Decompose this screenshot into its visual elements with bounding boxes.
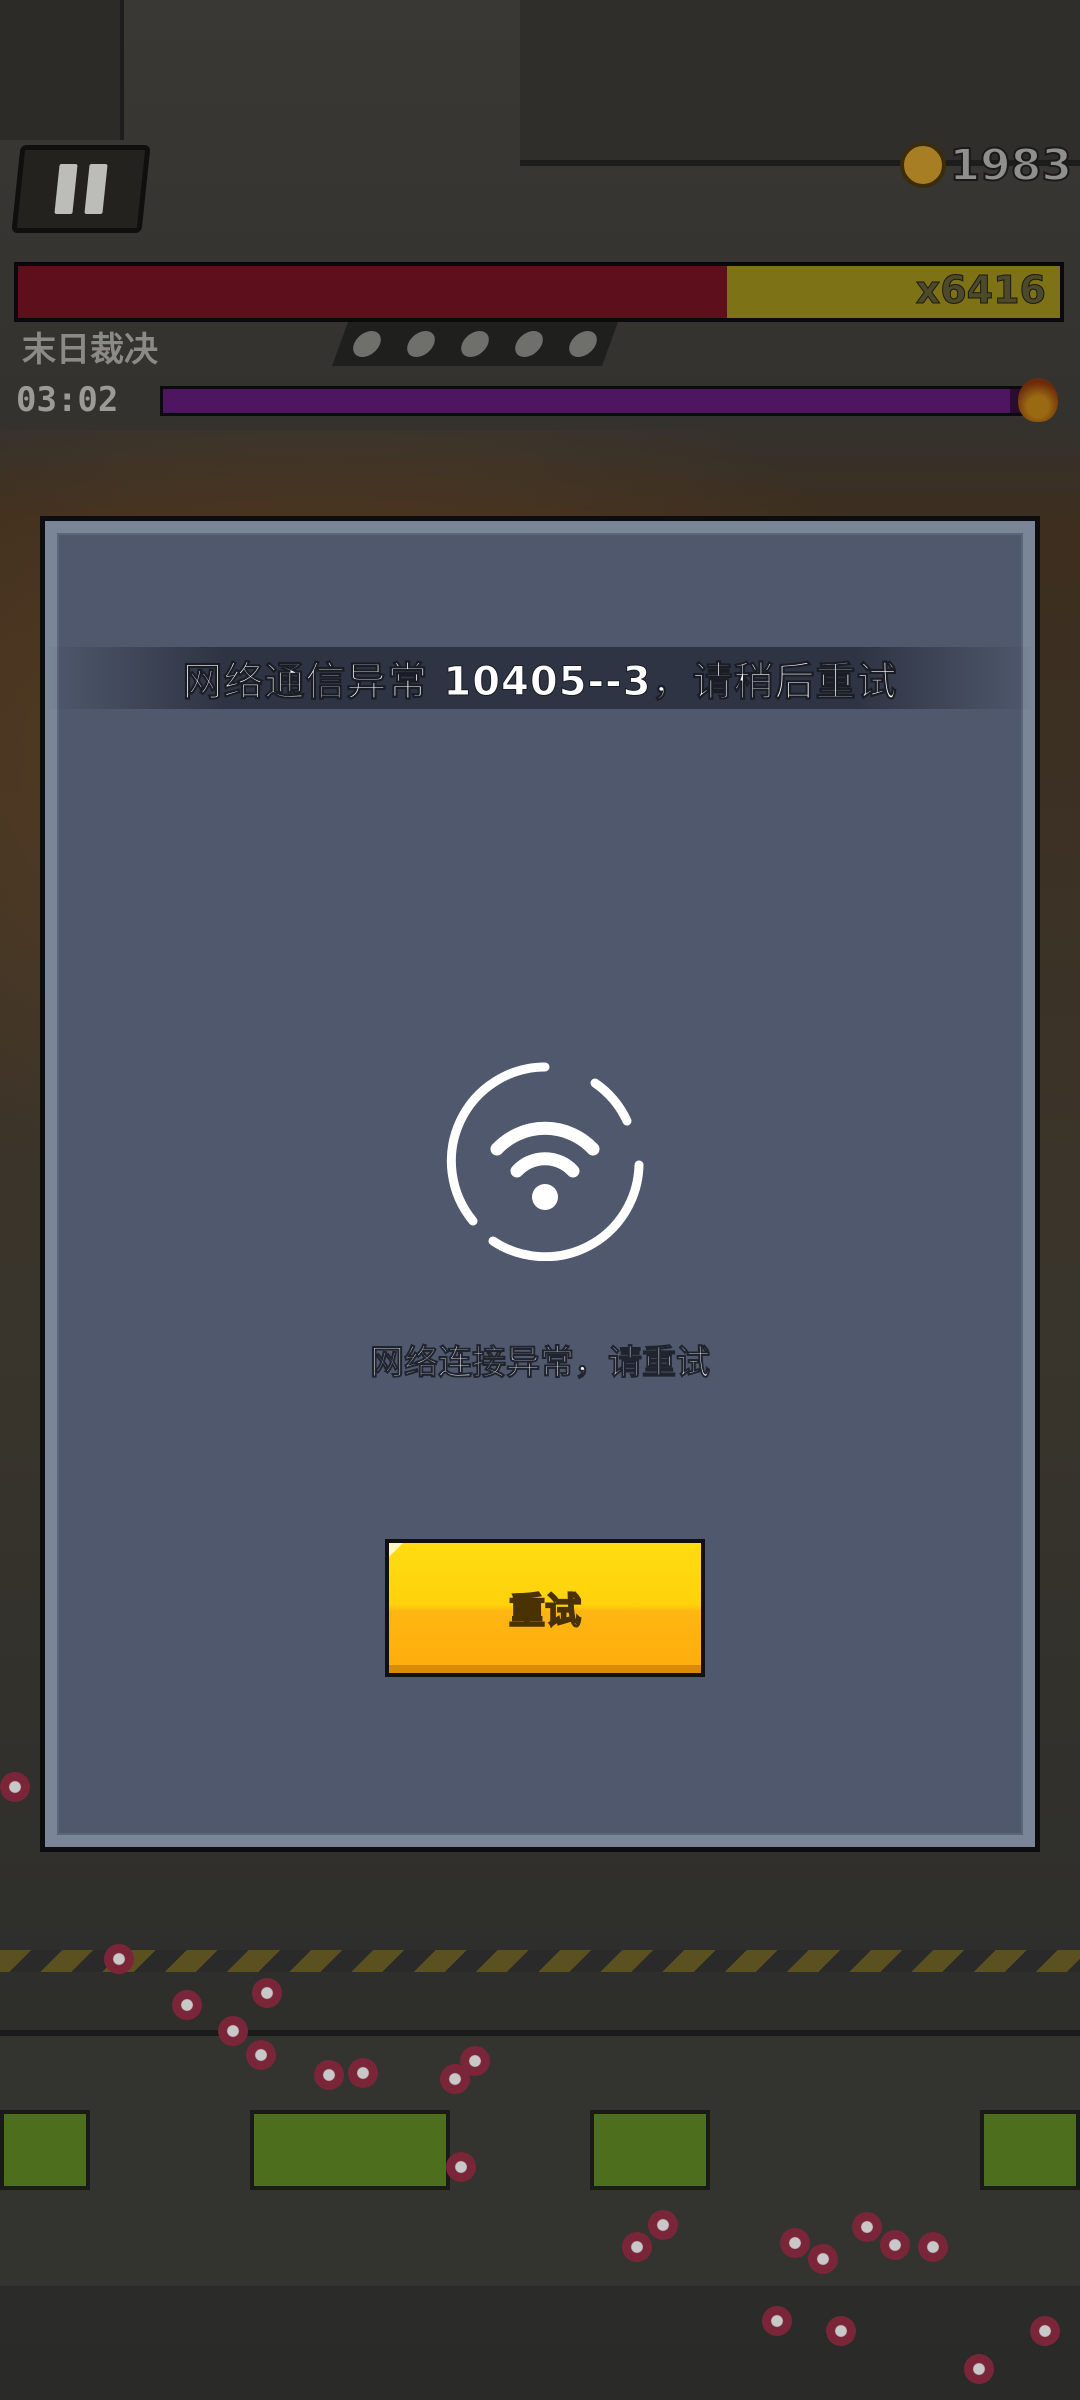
scene-machinery-left xyxy=(0,0,124,140)
boss-hp-bar: x6416 xyxy=(14,262,1064,322)
skill-icon-5 xyxy=(565,331,601,357)
enemy-spore xyxy=(172,1990,202,2020)
dialog-body: 网络通信异常 10405--3，请稍后重试 网络连接异常，请重试 重试 xyxy=(47,533,1033,1835)
battle-timer: 03:02 xyxy=(16,380,119,420)
enemy-spore xyxy=(826,2316,856,2346)
enemy-spore xyxy=(880,2230,910,2260)
pause-icon-bar xyxy=(84,164,108,214)
enemy-spore xyxy=(780,2228,810,2258)
enemy-spore xyxy=(762,2306,792,2336)
enemy-spore xyxy=(852,2212,882,2242)
enemy-spore xyxy=(246,2040,276,2070)
timer-progress-bar xyxy=(160,386,1030,416)
skill-icon-1 xyxy=(349,331,385,357)
dialog-title-band: 网络通信异常 10405--3，请稍后重试 xyxy=(47,647,1033,709)
skill-icon-2 xyxy=(403,331,439,357)
enemy-spore xyxy=(348,2058,378,2088)
button-highlight xyxy=(389,1543,403,1557)
timer-row: 03:02 xyxy=(10,378,1060,424)
skill-icon-4 xyxy=(511,331,547,357)
boss-name: 末日裁决 xyxy=(22,330,158,370)
coin-counter: 1983 xyxy=(899,130,1073,200)
enemy-spore xyxy=(0,1772,30,1802)
boss-hp-fill xyxy=(18,266,727,318)
enemy-spore xyxy=(622,2232,652,2262)
enemy-spore xyxy=(648,2210,678,2240)
enemy-spore xyxy=(446,2152,476,2182)
fire-icon xyxy=(1018,378,1058,422)
green-tube-1 xyxy=(0,2110,90,2190)
green-tube-2 xyxy=(250,2110,450,2190)
enemy-spore xyxy=(1030,2316,1060,2346)
enemy-spore xyxy=(460,2046,490,2076)
green-tube-3 xyxy=(590,2110,710,2190)
dialog-message: 网络连接异常，请重试 xyxy=(370,1343,711,1384)
coin-value: 1983 xyxy=(949,139,1073,192)
hazard-stripe xyxy=(0,1950,1080,1972)
green-tube-4 xyxy=(980,2110,1080,2190)
enemy-spore xyxy=(104,1944,134,1974)
skill-icon-3 xyxy=(457,331,493,357)
enemy-spore xyxy=(808,2244,838,2274)
retry-button[interactable]: 重试 xyxy=(385,1539,705,1677)
pause-icon xyxy=(54,164,78,214)
enemy-spore xyxy=(314,2060,344,2090)
medal-coin-icon xyxy=(899,142,946,188)
enemy-spore xyxy=(964,2354,994,2384)
pause-button[interactable] xyxy=(11,145,151,233)
retry-button-label: 重试 xyxy=(508,1590,582,1633)
timer-progress-fill xyxy=(163,389,1010,413)
boss-hp-multiplier: x6416 xyxy=(915,268,1046,313)
boss-skill-strip xyxy=(331,322,619,366)
enemy-spore xyxy=(918,2232,948,2262)
dialog-title: 网络通信异常 10405--3，请稍后重试 xyxy=(182,659,898,706)
wifi-loading-icon xyxy=(445,1061,645,1262)
enemy-spore xyxy=(252,1978,282,2008)
enemy-spore xyxy=(218,2016,248,2046)
network-error-dialog: 网络通信异常 10405--3，请稍后重试 网络连接异常，请重试 重试 xyxy=(40,516,1040,1852)
